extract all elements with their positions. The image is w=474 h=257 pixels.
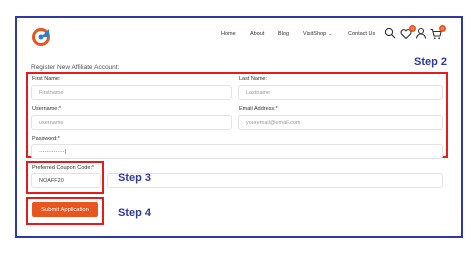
form-title: Register New Affiliate Account:: [31, 64, 120, 71]
header-actions: 0 0: [384, 25, 446, 41]
chevron-down-icon[interactable]: ⌄: [328, 31, 333, 37]
nav-contact[interactable]: Contact Us: [348, 31, 375, 37]
step-2-label: Step 2: [414, 56, 448, 68]
nav-blog[interactable]: Blog: [278, 31, 289, 37]
step-3-label: Step 3: [118, 172, 152, 184]
last-name-field[interactable]: [238, 85, 443, 100]
search-icon[interactable]: [384, 27, 396, 39]
password-field[interactable]: [31, 144, 443, 159]
coupon-extra-field[interactable]: [107, 173, 443, 188]
cart-button[interactable]: 0: [430, 25, 446, 40]
email-field[interactable]: [238, 115, 443, 130]
username-field[interactable]: [31, 115, 232, 130]
nav-home[interactable]: Home: [221, 31, 236, 37]
coupon-code-field[interactable]: [31, 173, 101, 188]
user-icon[interactable]: [415, 27, 427, 39]
first-name-field[interactable]: [31, 85, 232, 100]
step-4-label: Step 4: [118, 207, 152, 219]
last-name-label: Last Name:: [239, 76, 268, 82]
nav-about[interactable]: About: [250, 31, 264, 37]
site-logo[interactable]: [31, 26, 51, 46]
submit-application-button[interactable]: Submit Application: [32, 202, 98, 217]
coupon-label: Preferred Coupon Code:*: [32, 165, 95, 171]
first-name-label: First Name:: [32, 76, 61, 82]
email-label: Email Address:*: [239, 106, 278, 112]
cart-count-badge: 0: [439, 25, 446, 32]
wishlist-button[interactable]: 0: [400, 25, 416, 40]
username-label: Username:*: [32, 106, 62, 112]
password-label: Password:*: [32, 136, 60, 142]
nav-visitshop[interactable]: VisitShop: [303, 31, 326, 37]
